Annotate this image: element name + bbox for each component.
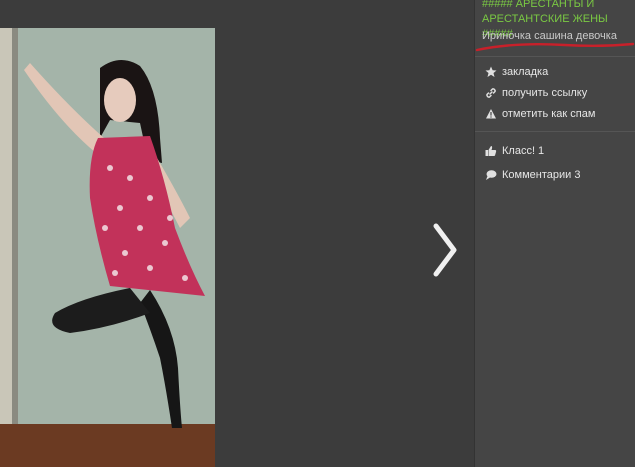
photo-sidebar: ##### АРЕСТАНТЫ И АРЕСТАНТСКИЕ ЖЕНЫ ####… xyxy=(474,0,635,467)
comments-button[interactable]: Комментарии 3 xyxy=(485,167,580,183)
report-spam-label: отметить как спам xyxy=(502,108,596,120)
like-button[interactable]: Класс! 1 xyxy=(485,143,544,159)
link-icon xyxy=(485,87,497,99)
thumbs-up-icon xyxy=(485,145,497,157)
get-link-label: получить ссылку xyxy=(502,87,588,99)
bookmark-label: закладка xyxy=(502,66,549,78)
chevron-right-icon xyxy=(433,223,457,277)
bookmark-button[interactable]: закладка xyxy=(485,64,548,80)
comment-icon xyxy=(485,169,497,181)
get-link-button[interactable]: получить ссылку xyxy=(485,85,587,101)
divider xyxy=(475,131,635,132)
like-count-label: Класс! 1 xyxy=(502,145,545,157)
star-icon xyxy=(485,66,497,78)
report-spam-button[interactable]: отметить как спам xyxy=(485,106,595,122)
photo-area xyxy=(0,0,474,467)
red-underline-mark xyxy=(475,42,635,52)
warning-icon xyxy=(485,108,497,120)
divider xyxy=(475,56,635,57)
comments-count-label: Комментарии 3 xyxy=(502,169,581,181)
photo[interactable] xyxy=(0,28,215,467)
photo-viewer: ##### АРЕСТАНТЫ И АРЕСТАНТСКИЕ ЖЕНЫ ####… xyxy=(0,0,635,467)
next-photo-button[interactable] xyxy=(424,220,464,280)
